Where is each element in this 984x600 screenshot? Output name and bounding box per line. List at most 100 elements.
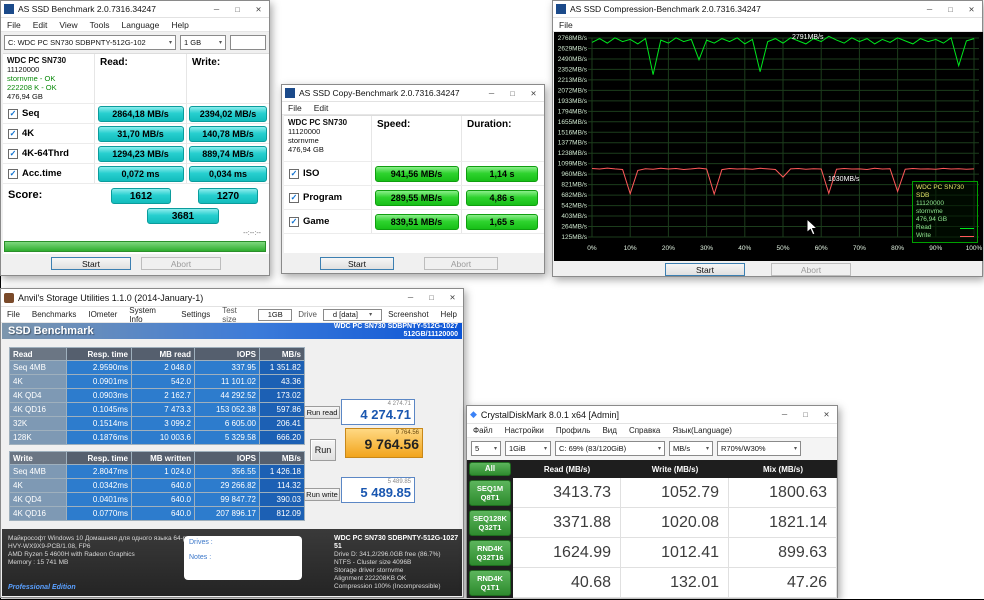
menu-view[interactable]: View: [53, 20, 83, 30]
progress-bar: [4, 241, 266, 252]
maximize-button[interactable]: □: [795, 406, 816, 423]
titlebar[interactable]: AS SSD Compression-Benchmark 2.0.7316.34…: [553, 1, 982, 18]
svg-text:100%: 100%: [966, 245, 983, 252]
program-checkbox[interactable]: ✓: [289, 193, 299, 203]
start-button[interactable]: Start: [51, 257, 131, 270]
total-score-box: 9 764.56 9 764.56: [345, 428, 423, 458]
titlebar[interactable]: AS SSD Benchmark 2.0.7316.34247 ─ □ ✕: [1, 1, 269, 18]
svg-text:1516MB/s: 1516MB/s: [558, 129, 588, 136]
minimize-button[interactable]: ─: [481, 85, 502, 101]
svg-text:1099MB/s: 1099MB/s: [558, 161, 588, 168]
iso-checkbox[interactable]: ✓: [289, 169, 299, 179]
menu-file[interactable]: File: [553, 20, 579, 30]
menu-screenshot[interactable]: Screenshot: [382, 310, 434, 319]
run-read-button[interactable]: Run read: [304, 406, 340, 419]
unit-select[interactable]: MB/s▾: [669, 441, 713, 456]
4k-checkbox[interactable]: ✓: [8, 129, 18, 139]
menu-file[interactable]: Файл: [467, 426, 499, 435]
minimize-button[interactable]: ─: [206, 1, 227, 17]
close-button[interactable]: ✕: [523, 85, 544, 101]
menu-help[interactable]: Справка: [623, 426, 666, 435]
drive-info: WDC PC SN730 11120000 stornvme 476,94 GB: [284, 116, 372, 161]
seq1m-q8t1-read: 3413.73: [513, 478, 621, 508]
test-size-select[interactable]: 1GiB▾: [505, 441, 551, 456]
target-drive-select[interactable]: C: 69% (83/120GiB)▾: [555, 441, 665, 456]
menubar: File Benchmarks IOmeter System Info Sett…: [1, 307, 463, 323]
menu-help[interactable]: Help: [435, 310, 463, 319]
run-write-button[interactable]: Run write: [304, 488, 340, 501]
as-ssd-app-icon: [556, 4, 566, 14]
svg-text:2768MB/s: 2768MB/s: [558, 35, 588, 42]
svg-text:403MB/s: 403MB/s: [561, 213, 587, 220]
menu-file[interactable]: File: [1, 20, 27, 30]
drive-select[interactable]: C: WDC PC SN730 SDBPNTY-512G-102▾: [4, 35, 176, 50]
maximize-button[interactable]: □: [502, 85, 523, 101]
menu-settings[interactable]: Настройки: [499, 426, 550, 435]
test-size-select[interactable]: 1 GB▾: [180, 35, 226, 50]
maximize-button[interactable]: □: [227, 1, 248, 17]
edition-label[interactable]: Professional Edition: [8, 584, 76, 591]
all-test-button[interactable]: All: [469, 462, 511, 476]
minimize-button[interactable]: ─: [919, 1, 940, 17]
titlebar[interactable]: AS SSD Copy-Benchmark 2.0.7316.34247 ─ □…: [282, 85, 544, 102]
game-checkbox[interactable]: ✓: [289, 217, 299, 227]
menu-settings[interactable]: Settings: [175, 310, 216, 319]
abort-button[interactable]: Abort: [424, 257, 498, 270]
menu-iometer[interactable]: IOmeter: [82, 310, 123, 319]
menu-file[interactable]: File: [282, 103, 308, 113]
total-score: 3681: [147, 208, 219, 224]
menu-language[interactable]: Language: [115, 20, 165, 30]
menu-profile[interactable]: Профиль: [550, 426, 597, 435]
as-ssd-benchmark-window: AS SSD Benchmark 2.0.7316.34247 ─ □ ✕ Fi…: [0, 0, 270, 276]
titlebar[interactable]: ◆ CrystalDiskMark 8.0.1 x64 [Admin] ─ □ …: [467, 406, 837, 424]
menu-language[interactable]: Язык(Language): [666, 426, 738, 435]
minimize-button[interactable]: ─: [774, 406, 795, 423]
close-button[interactable]: ✕: [442, 289, 463, 306]
4k64-checkbox[interactable]: ✓: [8, 149, 18, 159]
menu-file[interactable]: File: [1, 310, 26, 319]
4k-read-value: 31,70 MB/s: [98, 126, 184, 142]
menu-edit[interactable]: Edit: [308, 103, 335, 113]
maximize-button[interactable]: □: [940, 1, 961, 17]
seq1m-q8t1-button[interactable]: SEQ1MQ8T1: [469, 480, 511, 506]
4k64-read-value: 1294,23 MB/s: [98, 146, 184, 162]
settings-row: 5▾ 1GiB▾ C: 69% (83/120GiB)▾ MB/s▾ R70%/…: [467, 438, 837, 460]
menu-help[interactable]: Help: [165, 20, 194, 30]
drives-notes-box[interactable]: Drives : Notes :: [184, 536, 302, 580]
acctime-checkbox[interactable]: ✓: [8, 169, 18, 179]
toolbar-field[interactable]: [230, 35, 266, 50]
menu-benchmarks[interactable]: Benchmarks: [26, 310, 82, 319]
abort-button[interactable]: Abort: [771, 263, 851, 276]
disk-info-line: Drive D: 341,2/296.0GB free (86.7%): [334, 551, 462, 559]
drive-select[interactable]: d [data]▾: [323, 309, 382, 321]
rnd4k-q32t16-button[interactable]: RND4KQ32T16: [469, 540, 511, 566]
window-title: AS SSD Benchmark 2.0.7316.34247: [18, 4, 156, 14]
menu-view[interactable]: Вид: [596, 426, 622, 435]
seq-checkbox[interactable]: ✓: [8, 109, 18, 119]
as-ssd-app-icon: [285, 88, 295, 98]
read-max-annotation: 2791MB/s: [792, 34, 824, 41]
menu-system-info[interactable]: System Info: [123, 306, 175, 324]
table-row: 4K0.0342ms640.029 266.82114.32: [10, 479, 304, 492]
menu-tools[interactable]: Tools: [84, 20, 116, 30]
seq128k-q32t1-mix: 1821.14: [729, 508, 837, 538]
maximize-button[interactable]: □: [421, 289, 442, 306]
mix-ratio-select[interactable]: R70%/W30%▾: [717, 441, 801, 456]
minimize-button[interactable]: ─: [400, 289, 421, 306]
start-button[interactable]: Start: [320, 257, 394, 270]
chevron-down-icon: ▾: [491, 445, 497, 452]
rnd4k-q1t1-button[interactable]: RND4KQ1T1: [469, 570, 511, 596]
titlebar[interactable]: Anvil's Storage Utilities 1.1.0 (2014-Ja…: [1, 289, 463, 307]
close-button[interactable]: ✕: [961, 1, 982, 17]
start-button[interactable]: Start: [665, 263, 745, 276]
svg-text:30%: 30%: [700, 245, 713, 252]
test-size-select[interactable]: 1GB▾: [258, 309, 293, 321]
menu-edit[interactable]: Edit: [27, 20, 54, 30]
abort-button[interactable]: Abort: [141, 257, 221, 270]
seq128k-q32t1-button[interactable]: SEQ128KQ32T1: [469, 510, 511, 536]
test-count-select[interactable]: 5▾: [471, 441, 501, 456]
run-button[interactable]: Run: [310, 439, 336, 461]
iso-row: ✓ISO 941,56 MB/s 1,14 s: [284, 162, 544, 186]
close-button[interactable]: ✕: [248, 1, 269, 17]
close-button[interactable]: ✕: [816, 406, 837, 423]
